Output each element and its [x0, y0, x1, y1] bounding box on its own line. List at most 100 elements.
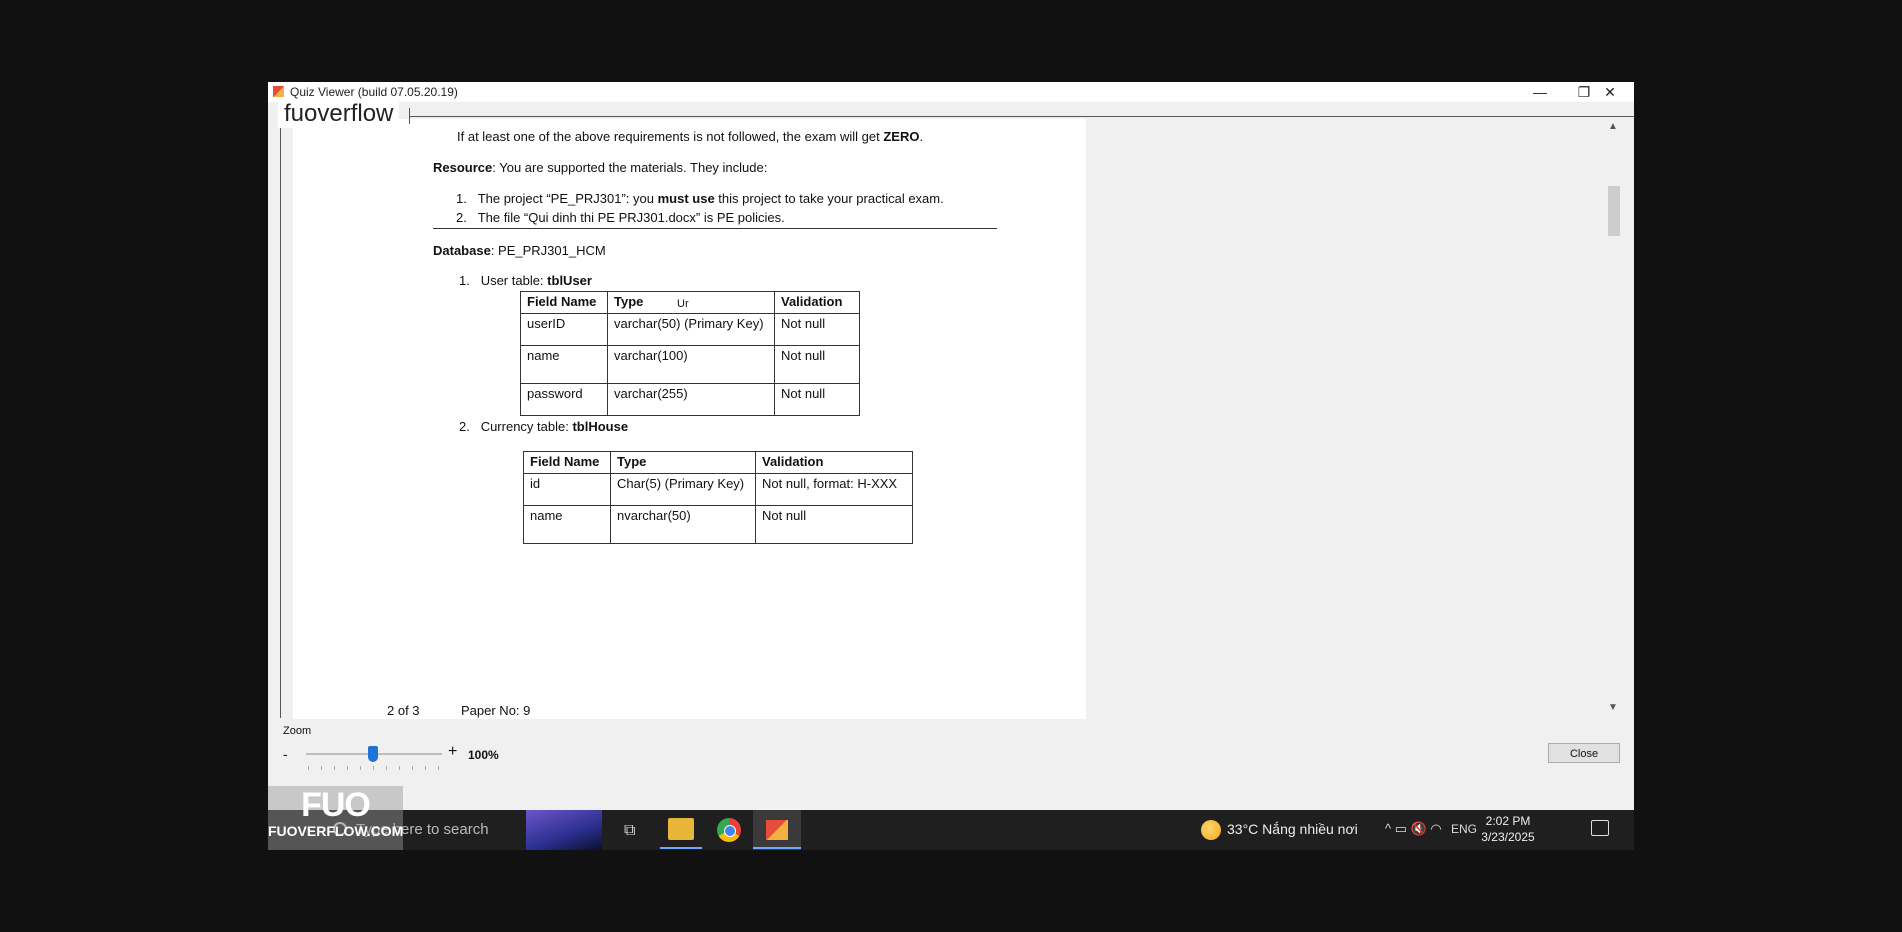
- table-header: Validation: [755, 451, 913, 474]
- zoom-label: Zoom: [283, 725, 312, 737]
- table-cell: Char(5) (Primary Key): [610, 473, 756, 506]
- minimize-button[interactable]: —: [1518, 82, 1562, 102]
- requirement-text: If at least one of the above requirement…: [457, 129, 884, 144]
- requirement-end: .: [919, 129, 924, 144]
- system-tray-icons[interactable]: ^ ▭ 🔇 ◠: [1385, 821, 1442, 837]
- caption-bold: tblUser: [547, 273, 592, 288]
- scroll-up-icon[interactable]: ▲: [1603, 121, 1623, 135]
- table-cell: Not null: [774, 345, 860, 384]
- table-header: Type: [607, 291, 775, 314]
- taskbar: Type here to search ⧉ 33°C Nắng nhiều nơ…: [268, 810, 1634, 850]
- divider: [280, 118, 281, 718]
- table-cell: varchar(50) (Primary Key): [607, 313, 775, 346]
- search-highlight-image: [526, 810, 602, 850]
- scroll-thumb[interactable]: [1608, 186, 1620, 236]
- house-table: Field Name Type Validation id Char(5) (P…: [523, 451, 913, 544]
- active-indicator: [753, 847, 801, 849]
- table-header-row: Field Name Type Validation: [520, 291, 860, 314]
- clock-time: 2:02 PM: [1485, 814, 1531, 828]
- table-cell: password: [520, 383, 608, 416]
- paper-number: Paper No: 9: [461, 703, 531, 718]
- weather-text[interactable]: 33°C Nắng nhiều nơi: [1227, 821, 1358, 837]
- table-header: Validation: [774, 291, 860, 314]
- list-item: 1. The project “PE_PRJ301”: you must use…: [456, 191, 944, 206]
- requirement-bold: ZERO: [883, 129, 920, 144]
- divider: [433, 228, 997, 229]
- watermark-text: fuoverflow: [278, 100, 400, 128]
- logo-text: FUO: [301, 786, 371, 824]
- table-row: name nvarchar(50) Not null: [523, 505, 913, 544]
- list-item: 2. The file “Qui dinh thi PE PRJ301.docx…: [456, 210, 785, 225]
- zoom-slider-ticks: [308, 766, 440, 770]
- table-header: Field Name: [520, 291, 608, 314]
- quiz-viewer-window: Quiz Viewer (build 07.05.20.19) — ❐ ✕ fu…: [268, 82, 1634, 849]
- language-indicator[interactable]: ENG: [1451, 822, 1477, 836]
- stray-text: Ur: [677, 298, 689, 310]
- list-text: The project “PE_PRJ301”: you: [477, 191, 658, 206]
- list-number: 1.: [459, 273, 470, 288]
- file-explorer-icon[interactable]: [668, 818, 694, 840]
- clock-date: 3/23/2025: [1481, 830, 1535, 844]
- list-text: this project to take your practical exam…: [714, 191, 944, 206]
- requirement-note: If at least one of the above requirement…: [457, 129, 923, 144]
- zoom-value: 100%: [468, 748, 499, 762]
- task-view-icon[interactable]: ⧉: [624, 822, 635, 840]
- table-cell: Not null, format: H-XXX: [755, 473, 913, 506]
- table-cell: name: [520, 345, 608, 384]
- table-cell: varchar(255): [607, 383, 775, 416]
- quiz-app-icon[interactable]: [766, 820, 788, 840]
- clock[interactable]: 2:02 PM 3/23/2025: [1480, 813, 1536, 845]
- list-bold: must use: [657, 191, 715, 206]
- window-title: Quiz Viewer (build 07.05.20.19): [290, 85, 458, 99]
- weather-icon[interactable]: [1201, 820, 1221, 840]
- list-number: 2.: [456, 210, 467, 225]
- divider: [410, 116, 1634, 117]
- chrome-icon[interactable]: [717, 818, 741, 842]
- table-caption: 2. Currency table: tblHouse: [459, 419, 628, 434]
- table-cell: Not null: [774, 313, 860, 346]
- table-row: password varchar(255) Not null: [520, 383, 860, 416]
- table-cell: Not null: [774, 383, 860, 416]
- notification-icon[interactable]: [1591, 820, 1609, 836]
- zoom-in-button[interactable]: +: [448, 743, 457, 761]
- table-cell: userID: [520, 313, 608, 346]
- zoom-out-button[interactable]: -: [283, 746, 288, 762]
- scroll-down-icon[interactable]: ▼: [1603, 702, 1623, 716]
- table-header: Type: [610, 451, 756, 474]
- database-text: : PE_PRJ301_HCM: [490, 243, 606, 258]
- active-indicator: [660, 847, 702, 849]
- document-page: If at least one of the above requirement…: [293, 119, 1086, 719]
- database-label: Database: [433, 243, 491, 258]
- table-cell: id: [523, 473, 611, 506]
- table-header-row: Field Name Type Validation: [523, 451, 913, 474]
- page-number: 2 of 3: [387, 703, 420, 718]
- zoom-slider-thumb[interactable]: [368, 746, 378, 762]
- caption-text: Currency table:: [480, 419, 573, 434]
- table-cell: name: [523, 505, 611, 544]
- vertical-scrollbar[interactable]: ▲ ▼: [1603, 119, 1623, 718]
- caption-text: User table:: [480, 273, 548, 288]
- user-table: Field Name Type Validation userID varcha…: [520, 291, 860, 416]
- resource-text: : You are supported the materials. They …: [492, 160, 768, 175]
- list-number: 1.: [456, 191, 467, 206]
- caption-bold: tblHouse: [572, 419, 629, 434]
- resource-label: Resource: [433, 160, 493, 175]
- table-caption: 1. User table: tblUser: [459, 273, 592, 288]
- app-icon: [273, 86, 284, 97]
- resource-heading: Resource: You are supported the material…: [433, 160, 767, 175]
- title-bar[interactable]: Quiz Viewer (build 07.05.20.19) — ❐ ✕: [268, 82, 1634, 102]
- table-cell: varchar(100): [607, 345, 775, 384]
- table-row: id Char(5) (Primary Key) Not null, forma…: [523, 473, 913, 506]
- close-window-button[interactable]: ✕: [1588, 82, 1632, 102]
- database-heading: Database: PE_PRJ301_HCM: [433, 243, 606, 258]
- watermark-logo: FUO FUOVERFLOW.COM: [268, 786, 403, 850]
- list-number: 2.: [459, 419, 470, 434]
- table-header: Field Name: [523, 451, 611, 474]
- table-cell: Not null: [755, 505, 913, 544]
- table-row: userID varchar(50) (Primary Key) Not nul…: [520, 313, 860, 346]
- list-text: The file “Qui dinh thi PE PRJ301.docx” i…: [477, 210, 785, 225]
- table-row: name varchar(100) Not null: [520, 345, 860, 384]
- table-cell: nvarchar(50): [610, 505, 756, 544]
- divider: [409, 108, 410, 124]
- close-button[interactable]: Close: [1548, 743, 1620, 763]
